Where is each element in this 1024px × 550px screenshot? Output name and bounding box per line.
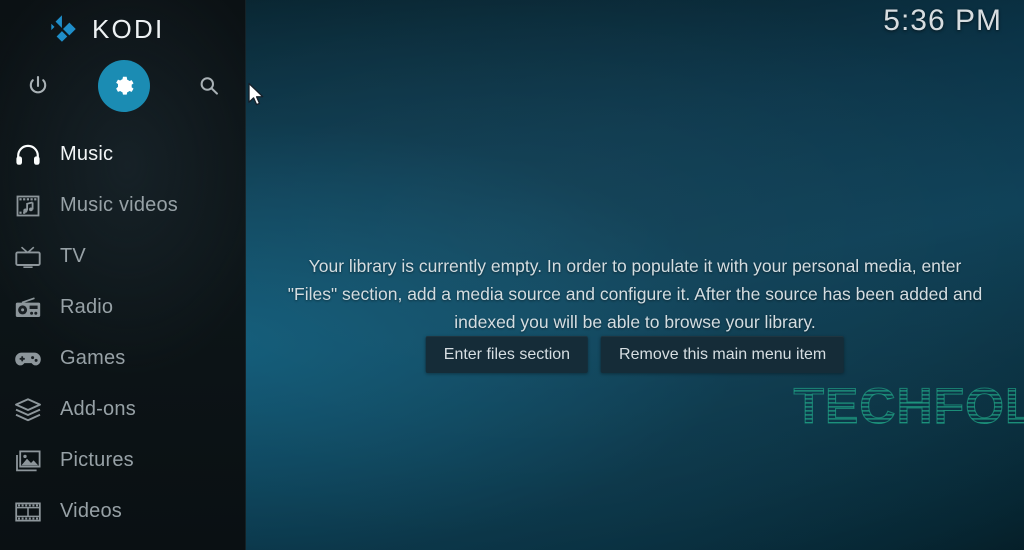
sidebar-item-add-ons[interactable]: Add-ons [0,384,246,435]
power-icon [29,75,47,94]
sidebar-item-label: Music [60,143,114,165]
film-strip-icon [12,497,44,527]
brand-label: KODI [92,13,165,44]
gear-icon [116,76,134,95]
main-menu: Music Music videos TV Radio Games Add-on… [0,129,246,537]
sidebar-item-games[interactable]: Games [0,333,246,384]
sidebar-item-label: Music videos [60,194,178,216]
sidebar-item-music-videos[interactable]: Music videos [0,180,246,231]
action-button-row: Enter files section Remove this main men… [425,336,845,373]
sidebar-item-tv[interactable]: TV [0,231,246,282]
power-button[interactable] [12,60,64,112]
kodi-logo-icon [51,15,76,42]
television-icon [12,242,44,272]
empty-library-message: Your library is currently empty. In orde… [287,256,983,332]
sidebar-item-label: Radio [60,296,114,318]
addons-box-icon [12,395,44,425]
main-content: Your library is currently empty. In orde… [246,0,1024,550]
sidebar-item-label: Pictures [60,449,134,471]
remove-main-menu-item-button[interactable]: Remove this main menu item [601,336,845,373]
sidebar-item-videos[interactable]: Videos [0,486,246,537]
enter-files-section-button[interactable]: Enter files section [425,336,589,373]
search-button[interactable] [183,60,235,112]
radio-icon [12,293,44,323]
sidebar-item-label: Add-ons [60,398,136,420]
sidebar-item-pictures[interactable]: Pictures [0,435,246,486]
sidebar-item-label: TV [60,245,86,267]
headphones-icon [12,140,44,170]
gamepad-icon [12,344,44,374]
clock: 5:36 PM [883,4,1002,37]
sidebar: KODI Music Music videos TV Radio Games A… [0,0,246,550]
svg-text:TECHFOLLOWS: TECHFOLLOWS [793,382,1024,434]
sidebar-item-radio[interactable]: Radio [0,282,246,333]
settings-button[interactable] [98,60,150,112]
brand: KODI [46,12,164,46]
sidebar-item-music[interactable]: Music [0,129,246,180]
techfollows-watermark: TECHFOLLOWS TECHFOLLOWS [793,382,1024,434]
sidebar-top-actions [0,60,246,112]
search-icon [200,77,218,95]
pictures-icon [12,446,44,476]
sidebar-item-label: Videos [60,500,122,522]
music-video-icon [12,191,44,221]
kodi-window: 5:36 PM Your library is currently empty.… [0,0,1024,550]
sidebar-item-label: Games [60,347,126,369]
svg-text:TECHFOLLOWS: TECHFOLLOWS [793,382,1024,434]
